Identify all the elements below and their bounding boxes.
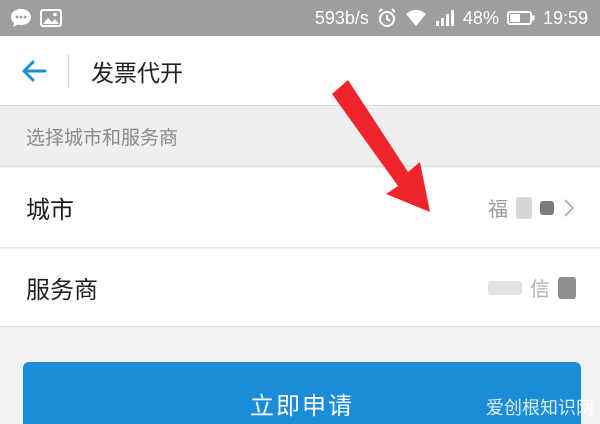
redacted-text bbox=[516, 196, 532, 219]
provider-value-text: 信 bbox=[530, 277, 550, 301]
status-bar: 593b/s 48% 19:59 bbox=[0, 0, 600, 36]
battery-icon bbox=[506, 10, 535, 26]
city-row[interactable]: 城市 福 bbox=[0, 168, 600, 248]
page-title: 发票代开 bbox=[91, 60, 183, 87]
nav-bar: 发票代开 bbox=[0, 36, 600, 106]
section-header: 选择城市和服务商 bbox=[0, 107, 600, 167]
watermark: 爱创根知识网 bbox=[486, 398, 594, 419]
signal-icon bbox=[435, 9, 455, 27]
wifi-icon bbox=[405, 9, 427, 27]
clock: 19:59 bbox=[542, 8, 588, 28]
chevron-right-icon bbox=[562, 197, 576, 219]
nav-divider bbox=[68, 53, 69, 88]
provider-row[interactable]: 服务商 信 bbox=[0, 249, 600, 327]
back-arrow-icon bbox=[21, 59, 47, 83]
battery-percent: 48% bbox=[462, 8, 499, 28]
city-value: 福 bbox=[488, 193, 576, 222]
provider-label: 服务商 bbox=[26, 276, 98, 304]
redacted-text bbox=[488, 280, 522, 295]
image-icon bbox=[40, 9, 62, 27]
provider-value: 信 bbox=[488, 273, 576, 302]
network-speed: 593b/s bbox=[314, 8, 369, 28]
city-label: 城市 bbox=[26, 196, 74, 224]
alarm-icon bbox=[377, 8, 397, 28]
chat-bubble-icon bbox=[10, 8, 32, 28]
redacted-text bbox=[558, 276, 576, 299]
city-value-text: 福 bbox=[488, 197, 508, 221]
redacted-text bbox=[540, 200, 554, 215]
back-button[interactable] bbox=[0, 36, 68, 106]
